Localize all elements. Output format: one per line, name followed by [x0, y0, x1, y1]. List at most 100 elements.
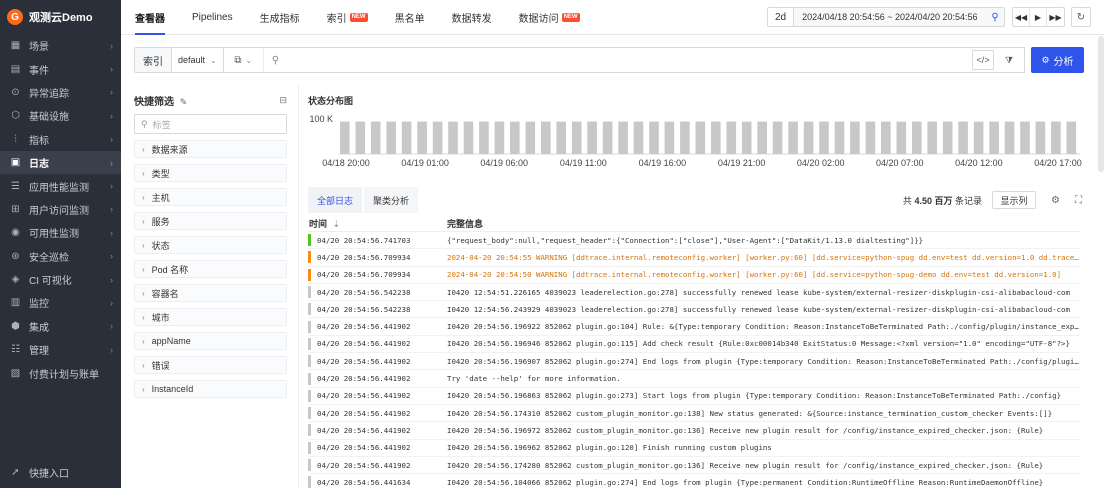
chart-bar[interactable] — [819, 121, 829, 154]
chart-bar[interactable] — [525, 121, 536, 154]
page-scrollbar[interactable] — [1098, 36, 1104, 172]
chart-bar[interactable] — [788, 121, 798, 154]
brand[interactable]: G 观测云Demo — [0, 0, 121, 34]
facet-item[interactable]: › appName — [134, 332, 287, 350]
tab-cluster-analysis[interactable]: 聚类分析 — [364, 187, 419, 213]
chart-bar[interactable] — [973, 121, 984, 154]
chart-bar[interactable] — [541, 121, 551, 154]
chart-bar[interactable] — [757, 121, 767, 154]
chart-bar[interactable] — [633, 121, 644, 154]
facet-item[interactable]: › 容器名 — [134, 284, 287, 302]
tab-6[interactable]: 数据访问 NEW — [519, 0, 580, 35]
chart-bar[interactable] — [1035, 121, 1046, 154]
filter-icon[interactable]: ⧩ — [998, 50, 1020, 70]
display-columns-button[interactable]: 显示列 — [992, 191, 1036, 209]
expand-icon[interactable]: ⛶ — [1075, 195, 1082, 206]
rewind-button[interactable]: ◀◀ — [1013, 8, 1030, 26]
log-row[interactable]: 04/20 20:54:56.741703 {"request_body":nul… — [308, 232, 1080, 250]
quick-entry[interactable]: ➚ 快捷入口 — [9, 465, 69, 480]
sidebar-item[interactable]: ⫶ 指标 › — [0, 128, 121, 151]
sidebar-item[interactable]: ◉ 可用性监测 › — [0, 221, 121, 244]
chart-bar[interactable] — [912, 121, 922, 154]
analyze-button[interactable]: ⚙ 分析 — [1031, 47, 1084, 73]
sidebar-item[interactable]: ▣ 日志 › — [0, 150, 121, 175]
chart-bar[interactable] — [958, 121, 968, 154]
log-row[interactable]: 04/20 20:54:56.441902 I0420 20:54:56.1742… — [308, 457, 1080, 475]
log-row[interactable]: 04/20 20:54:56.441902 I0420 20:54:56.1968… — [308, 388, 1080, 405]
time-picker[interactable]: 2d 2024/04/18 20:54:56 ~ 2024/04/20 20:5… — [767, 7, 1005, 27]
facet-item[interactable]: › 错误 — [134, 356, 287, 374]
facet-item[interactable]: › 类型 — [134, 164, 287, 182]
chart-bar[interactable] — [865, 121, 876, 154]
chart-bar[interactable] — [881, 121, 891, 154]
log-row[interactable]: 04/20 20:54:56.709934 2024-04-20 20:54:50… — [308, 267, 1080, 284]
sidebar-item[interactable]: ⊛ 安全巡检 › — [0, 245, 121, 268]
sidebar-item[interactable]: ⬢ 集成 › — [0, 315, 121, 338]
sidebar-item[interactable]: ☷ 管理 › — [0, 338, 121, 361]
chart-bar[interactable] — [432, 121, 443, 154]
facet-item[interactable]: › 数据来源 — [134, 140, 287, 158]
log-row[interactable]: 04/20 20:54:56.441902 I0420 20:54:56.1969… — [308, 422, 1080, 440]
tab-4[interactable]: 黑名单 — [395, 0, 425, 35]
refresh-icon[interactable]: ↻ — [1071, 7, 1091, 27]
chart-bar[interactable] — [602, 121, 613, 154]
chart-bar[interactable] — [587, 121, 597, 154]
log-row[interactable]: 04/20 20:54:56.441902 I0420 20:54:56.1969… — [308, 440, 1080, 457]
facet-item[interactable]: › Pod 名称 — [134, 260, 287, 278]
chart-bar[interactable] — [803, 121, 814, 154]
filter-search-input[interactable]: ⚲ 标签 — [134, 114, 287, 134]
chart-bar[interactable] — [386, 121, 396, 154]
pin-icon[interactable]: ⚲ — [986, 12, 1004, 23]
log-row[interactable]: 04/20 20:54:56.441902 I0420 20:54:56.1969… — [308, 336, 1080, 354]
time-range-text[interactable]: 2024/04/18 20:54:56 ~ 2024/04/20 20:54:5… — [794, 12, 986, 22]
chart-bar[interactable] — [942, 121, 953, 154]
chart-bar[interactable] — [1051, 121, 1061, 154]
facet-item[interactable]: › 状态 — [134, 236, 287, 254]
chart-bar[interactable] — [680, 121, 690, 154]
tab-0[interactable]: 查看器 — [135, 0, 165, 35]
tab-3[interactable]: 索引 NEW — [327, 0, 368, 35]
sidebar-item[interactable]: ⬡ 基础设施 › — [0, 104, 121, 127]
play-button[interactable]: ▶ — [1030, 8, 1047, 26]
chart-bar[interactable] — [463, 121, 474, 154]
chart-bar[interactable] — [989, 121, 999, 154]
chart-bar[interactable] — [726, 121, 737, 154]
sidebar-item[interactable]: ⊙ 异常追踪 › — [0, 81, 121, 104]
edit-icon[interactable]: ✎ — [180, 97, 188, 107]
time-preset[interactable]: 2d — [768, 8, 795, 26]
chart-bar[interactable] — [741, 121, 752, 154]
column-time[interactable]: 时间 ⇣ — [308, 217, 447, 230]
sidebar-item[interactable]: ⊞ 用户访问监测 › — [0, 198, 121, 221]
search-input[interactable] — [285, 54, 972, 66]
sidebar-item[interactable]: ▧ 付费计划与账单 — [0, 361, 121, 384]
tab-all-logs[interactable]: 全部日志 — [308, 187, 363, 213]
chart-bar[interactable] — [1004, 121, 1015, 154]
chart-bar[interactable] — [479, 121, 489, 154]
sidebar-item[interactable]: ☰ 应用性能监测 › — [0, 174, 121, 197]
facet-item[interactable]: › InstanceId — [134, 380, 287, 398]
chart-bar[interactable] — [850, 121, 860, 154]
index-select[interactable]: default ⌄ — [171, 47, 224, 73]
chart-bar[interactable] — [556, 121, 566, 154]
log-row[interactable]: 04/20 20:54:56.441902 I0420 20:54:56.1743… — [308, 405, 1080, 423]
forward-button[interactable]: ▶▶ — [1047, 8, 1064, 26]
chart-bar[interactable] — [401, 121, 412, 154]
sidebar-item[interactable]: ▥ 监控 › — [0, 291, 121, 314]
sidebar-item[interactable]: ▤ 事件 › — [0, 57, 121, 80]
collapse-panel-icon[interactable]: ⊟ — [279, 95, 287, 106]
settings-icon[interactable]: ⚙ — [1051, 195, 1060, 206]
log-row[interactable]: 04/20 20:54:56.709934 2024-04-20 20:54:55… — [308, 249, 1080, 267]
query-mode-button[interactable]: ⧉ ⌄ — [224, 48, 264, 72]
sort-icon[interactable]: ⇣ — [333, 219, 341, 229]
log-row[interactable]: 04/20 20:54:56.542238 I0420 12:54:56.2439… — [308, 301, 1080, 319]
chart-bar[interactable] — [927, 121, 937, 154]
chart-bar[interactable] — [772, 121, 783, 154]
tab-1[interactable]: Pipelines — [192, 0, 233, 35]
log-row[interactable]: 04/20 20:54:56.441902 I0420 20:54:56.1969… — [308, 353, 1080, 371]
facet-item[interactable]: › 主机 — [134, 188, 287, 206]
log-row[interactable]: 04/20 20:54:56.441902 I0420 20:54:56.1969… — [308, 318, 1080, 336]
tab-5[interactable]: 数据转发 — [452, 0, 492, 35]
tab-2[interactable]: 生成指标 — [260, 0, 300, 35]
facet-item[interactable]: › 服务 — [134, 212, 287, 230]
chart-bar[interactable] — [571, 121, 582, 154]
